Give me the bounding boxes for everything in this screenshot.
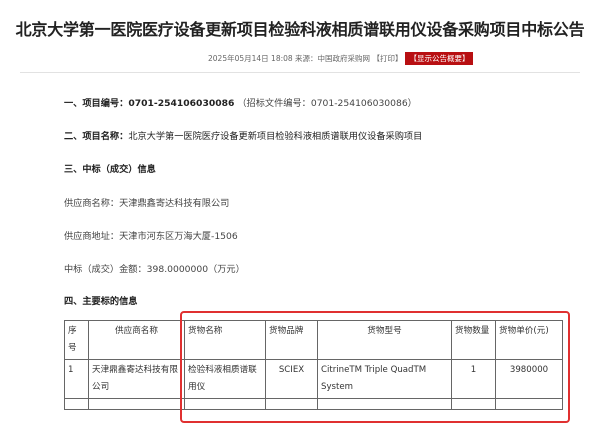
publish-meta: 2025年05月14日 18:08 来源：中国政府采购网 【打印】 【显示公告概要… — [208, 52, 474, 65]
award-info-heading: 三、中标（成交）信息 — [64, 164, 156, 175]
col-header-supplier: 供应商名称 — [88, 320, 185, 360]
section-main-items: 四、主要标的信息 — [64, 293, 138, 307]
page-title: 北京大学第一医院医疗设备更新项目检验科液相质谱联用仪设备采购项目中标公告 — [15, 20, 585, 39]
section-award-info: 三、中标（成交）信息 — [64, 161, 156, 175]
supplier-name: 供应商名称：天津鼎鑫寄达科技有限公司 — [64, 198, 230, 209]
show-summary-button[interactable]: 【显示公告概要】 — [405, 52, 474, 65]
main-items-heading: 四、主要标的信息 — [64, 296, 138, 307]
section-project-number: 一、项目编号：0701-254106030086 （招标文件编号：0701-25… — [64, 95, 417, 109]
supplier-address: 供应商地址：天津市河东区万海大厦-1506 — [64, 231, 238, 242]
tender-doc-number: （招标文件编号：0701-254106030086） — [237, 98, 417, 109]
section-project-name: 二、项目名称：北京大学第一医院医疗设备更新项目检验科液相质谱联用仪设备采购项目 — [64, 128, 422, 142]
title-divider — [20, 72, 580, 73]
project-name-label: 二、项目名称： — [64, 131, 129, 142]
project-number-value: 0701-254106030086 — [128, 98, 235, 109]
project-name-value: 北京大学第一医院医疗设备更新项目检验科液相质谱联用仪设备采购项目 — [128, 131, 423, 142]
cell-index: 1 — [64, 359, 89, 399]
cell-supplier: 天津鼎鑫寄达科技有限公司 — [88, 359, 185, 399]
empty-cell — [88, 398, 185, 410]
empty-cell — [64, 398, 89, 410]
award-amount: 中标（成交）金额：398.0000000（万元） — [64, 264, 245, 275]
publish-info: 2025年05月14日 18:08 来源：中国政府采购网 【打印】 — [208, 54, 403, 63]
highlight-annotation-box — [180, 311, 570, 423]
col-header-index: 序号 — [64, 320, 89, 360]
project-number-label: 一、项目编号： — [64, 98, 129, 109]
